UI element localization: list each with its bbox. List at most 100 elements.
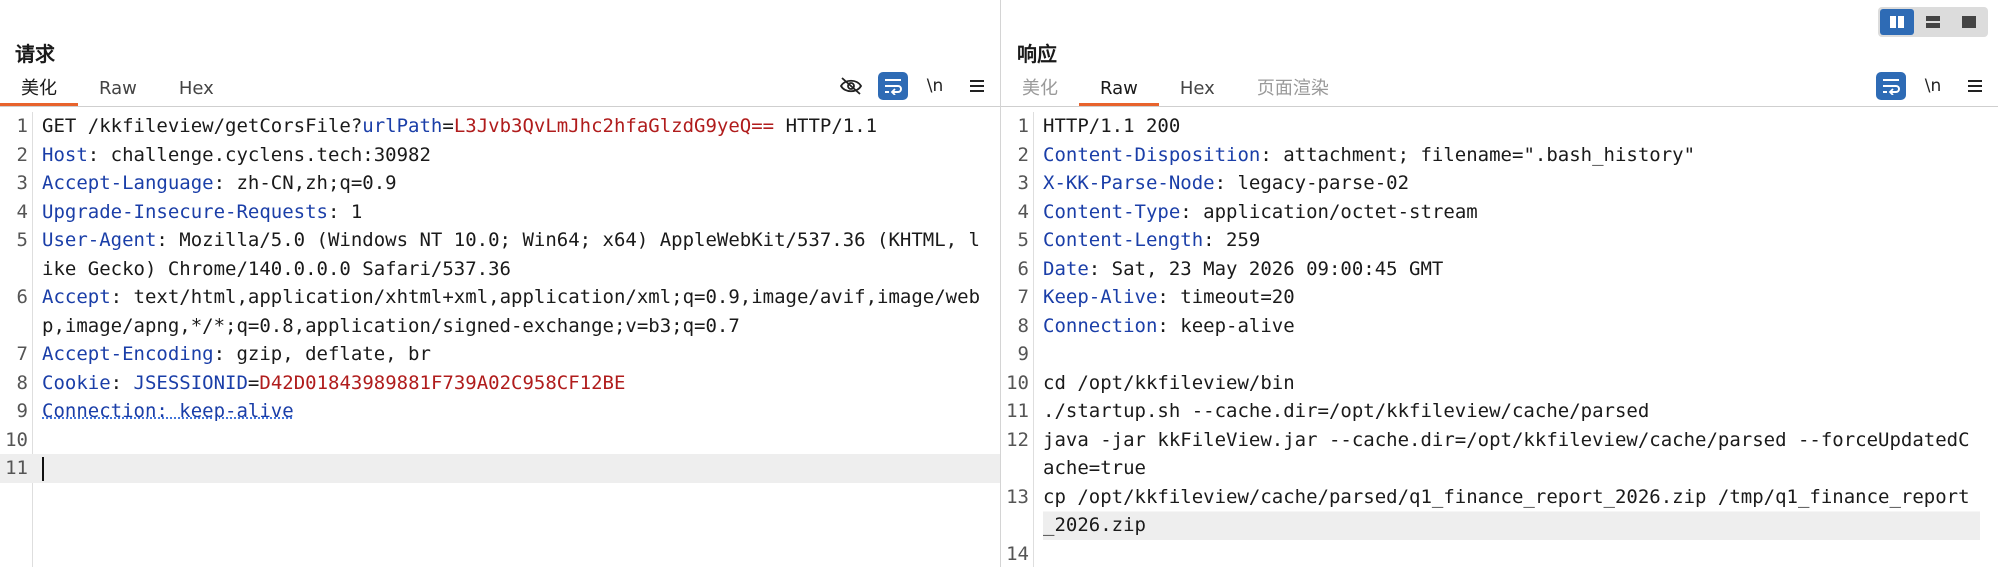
code-line[interactable]: 2 Host: challenge.cyclens.tech:30982 bbox=[0, 141, 1000, 170]
code-line[interactable]: 5 User-Agent: Mozilla/5.0 (Windows NT 10.… bbox=[0, 226, 1000, 283]
text-segment: : keep-alive bbox=[1157, 315, 1294, 337]
text-segment: : challenge.cyclens.tech:30982 bbox=[88, 144, 431, 166]
code-line[interactable]: 6Accept: text/html,application/xhtml+xml… bbox=[0, 283, 1000, 340]
text-segment: cp /opt/kkfileview/cache/parsed/q1_finan… bbox=[1043, 486, 1970, 537]
text-segment: : application/octet-stream bbox=[1180, 201, 1477, 223]
text-caret bbox=[42, 457, 44, 481]
tab-raw[interactable]: Raw bbox=[1079, 74, 1159, 104]
newline-toggle[interactable]: \n bbox=[1918, 72, 1948, 100]
line-content: cd /opt/kkfileview/bin bbox=[1043, 369, 1980, 398]
text-segment: : Sat, 23 May 2026 09:00:45 GMT bbox=[1089, 258, 1444, 280]
line-number: 14 bbox=[1001, 540, 1029, 568]
code-line[interactable]: 9 bbox=[1001, 340, 1998, 369]
line-content: Content-Disposition: attachment; filenam… bbox=[1043, 141, 1980, 170]
tab-hex[interactable]: Hex bbox=[1159, 74, 1236, 104]
tab-raw[interactable]: Raw bbox=[78, 74, 158, 104]
line-content: Accept-Encoding: gzip, deflate, br bbox=[42, 340, 982, 369]
line-content: X-KK-Parse-Node: legacy-parse-02 bbox=[1043, 169, 1980, 198]
code-line[interactable]: 6 Date: Sat, 23 May 2026 09:00:45 GMT bbox=[1001, 255, 1998, 284]
line-content: ./startup.sh --cache.dir=/opt/kkfileview… bbox=[1043, 397, 1980, 426]
request-code[interactable]: 1GET /kkfileview/getCorsFile?urlPath=L3J… bbox=[0, 112, 1000, 483]
line-content bbox=[1043, 540, 1980, 568]
line-content: java -jar kkFileView.jar --cache.dir=/op… bbox=[1043, 426, 1980, 483]
code-line[interactable]: 4Upgrade-Insecure-Requests: 1 bbox=[0, 198, 1000, 227]
code-line[interactable]: 10cd /opt/kkfileview/bin bbox=[1001, 369, 1998, 398]
code-line[interactable]: 1GET /kkfileview/getCorsFile?urlPath=L3J… bbox=[0, 112, 1000, 141]
line-content: Upgrade-Insecure-Requests: 1 bbox=[42, 198, 982, 227]
line-content: Host: challenge.cyclens.tech:30982 bbox=[42, 141, 982, 170]
code-line[interactable]: 7 Keep-Alive: timeout=20 bbox=[1001, 283, 1998, 312]
response-pane: 响应 美化RawHex页面渲染 \n 1 HTTP/1.1 200 2 Content… bbox=[1001, 0, 1998, 567]
code-line[interactable]: 11 bbox=[0, 454, 1000, 483]
tab-页面渲染[interactable]: 页面渲染 bbox=[1236, 74, 1350, 104]
line-content: Accept-Language: zh-CN,zh;q=0.9 bbox=[42, 169, 982, 198]
tab-美化[interactable]: 美化 bbox=[0, 74, 78, 104]
wrap-lines-icon[interactable] bbox=[1876, 72, 1906, 100]
request-editor[interactable]: 1GET /kkfileview/getCorsFile?urlPath=L3J… bbox=[0, 112, 1000, 567]
line-number: 5 bbox=[1001, 226, 1029, 255]
response-title: 响应 bbox=[1017, 38, 1057, 67]
line-content: Cookie: JSESSIONID=D42D01843989881F739A0… bbox=[42, 369, 982, 398]
line-number: 2 bbox=[0, 141, 28, 170]
param-name: urlPath bbox=[362, 115, 442, 137]
header-name: Connection bbox=[1043, 315, 1157, 337]
tab-美化[interactable]: 美化 bbox=[1001, 74, 1079, 104]
line-content: Content-Type: application/octet-stream bbox=[1043, 198, 1980, 227]
code-line[interactable]: 14 bbox=[1001, 540, 1998, 568]
header-name: Keep-Alive bbox=[1043, 286, 1157, 308]
menu-icon[interactable] bbox=[962, 72, 992, 100]
line-content: Connection: keep-alive bbox=[1043, 312, 1980, 341]
request-toolbar: \n bbox=[836, 72, 992, 100]
code-line[interactable]: 12java -jar kkFileView.jar --cache.dir=/… bbox=[1001, 426, 1998, 483]
response-code[interactable]: 1 HTTP/1.1 200 2 Content-Disposition: attac… bbox=[1001, 112, 1998, 568]
request-tabs: 美化RawHex bbox=[0, 74, 235, 106]
code-line[interactable]: 5Content-Length: 259 bbox=[1001, 226, 1998, 255]
header-name: Accept-Encoding bbox=[42, 343, 214, 365]
line-number: 8 bbox=[1001, 312, 1029, 341]
line-number: 6 bbox=[0, 283, 28, 312]
menu-icon[interactable] bbox=[1960, 72, 1990, 100]
code-line[interactable]: 8 Connection: keep-alive bbox=[1001, 312, 1998, 341]
code-line[interactable]: 11 ./startup.sh --cache.dir=/opt/kkfilevi… bbox=[1001, 397, 1998, 426]
line-content: GET /kkfileview/getCorsFile?urlPath=L3Jv… bbox=[42, 112, 982, 141]
line-number: 11 bbox=[1001, 397, 1029, 426]
line-number: 8 bbox=[0, 369, 28, 398]
line-number: 2 bbox=[1001, 141, 1029, 170]
code-line[interactable]: 3 X-KK-Parse-Node: legacy-parse-02 bbox=[1001, 169, 1998, 198]
newline-toggle[interactable]: \n bbox=[920, 72, 950, 100]
wrap-lines-icon[interactable] bbox=[878, 72, 908, 100]
text-segment: : gzip, deflate, br bbox=[214, 343, 431, 365]
line-number: 7 bbox=[1001, 283, 1029, 312]
line-content: Connection: keep-alive bbox=[42, 397, 982, 426]
text-segment: = bbox=[248, 372, 259, 394]
code-line[interactable]: 7Accept-Encoding: gzip, deflate, br bbox=[0, 340, 1000, 369]
text-segment: : timeout=20 bbox=[1157, 286, 1294, 308]
request-pane: 请求 美化RawHex \n 1GET /kkfileview/getCorsF… bbox=[0, 0, 1000, 567]
response-editor[interactable]: 1 HTTP/1.1 200 2 Content-Disposition: attac… bbox=[1001, 112, 1998, 567]
line-content: HTTP/1.1 200 bbox=[1043, 112, 1980, 141]
line-number: 11 bbox=[0, 454, 28, 483]
line-content: Keep-Alive: timeout=20 bbox=[1043, 283, 1980, 312]
text-segment: : bbox=[111, 372, 134, 394]
param-name: JSESSIONID bbox=[134, 372, 248, 394]
code-line[interactable]: 3Accept-Language: zh-CN,zh;q=0.9 bbox=[0, 169, 1000, 198]
text-segment: HTTP/1.1 200 bbox=[1043, 115, 1180, 137]
line-number: 1 bbox=[1001, 112, 1029, 141]
code-line[interactable]: 2 Content-Disposition: attachment; filena… bbox=[1001, 141, 1998, 170]
code-line[interactable]: 9Connection: keep-alive bbox=[0, 397, 1000, 426]
line-content bbox=[1043, 340, 1980, 369]
line-number: 5 bbox=[0, 226, 28, 255]
code-line[interactable]: 10 bbox=[0, 426, 1000, 455]
line-number: 6 bbox=[1001, 255, 1029, 284]
hide-eye-icon[interactable] bbox=[836, 72, 866, 100]
line-number: 3 bbox=[1001, 169, 1029, 198]
code-line[interactable]: 4Content-Type: application/octet-stream bbox=[1001, 198, 1998, 227]
code-line[interactable]: 1 HTTP/1.1 200 bbox=[1001, 112, 1998, 141]
line-content: Date: Sat, 23 May 2026 09:00:45 GMT bbox=[1043, 255, 1980, 284]
code-line[interactable]: 8 Cookie: JSESSIONID=D42D01843989881F739A… bbox=[0, 369, 1000, 398]
line-content: User-Agent: Mozilla/5.0 (Windows NT 10.0… bbox=[42, 226, 982, 283]
code-line[interactable]: 13cp /opt/kkfileview/cache/parsed/q1_fin… bbox=[1001, 483, 1998, 540]
header-name: Content-Type bbox=[1043, 201, 1180, 223]
text-segment: GET /kkfileview/getCorsFile? bbox=[42, 115, 362, 137]
tab-hex[interactable]: Hex bbox=[158, 74, 235, 104]
